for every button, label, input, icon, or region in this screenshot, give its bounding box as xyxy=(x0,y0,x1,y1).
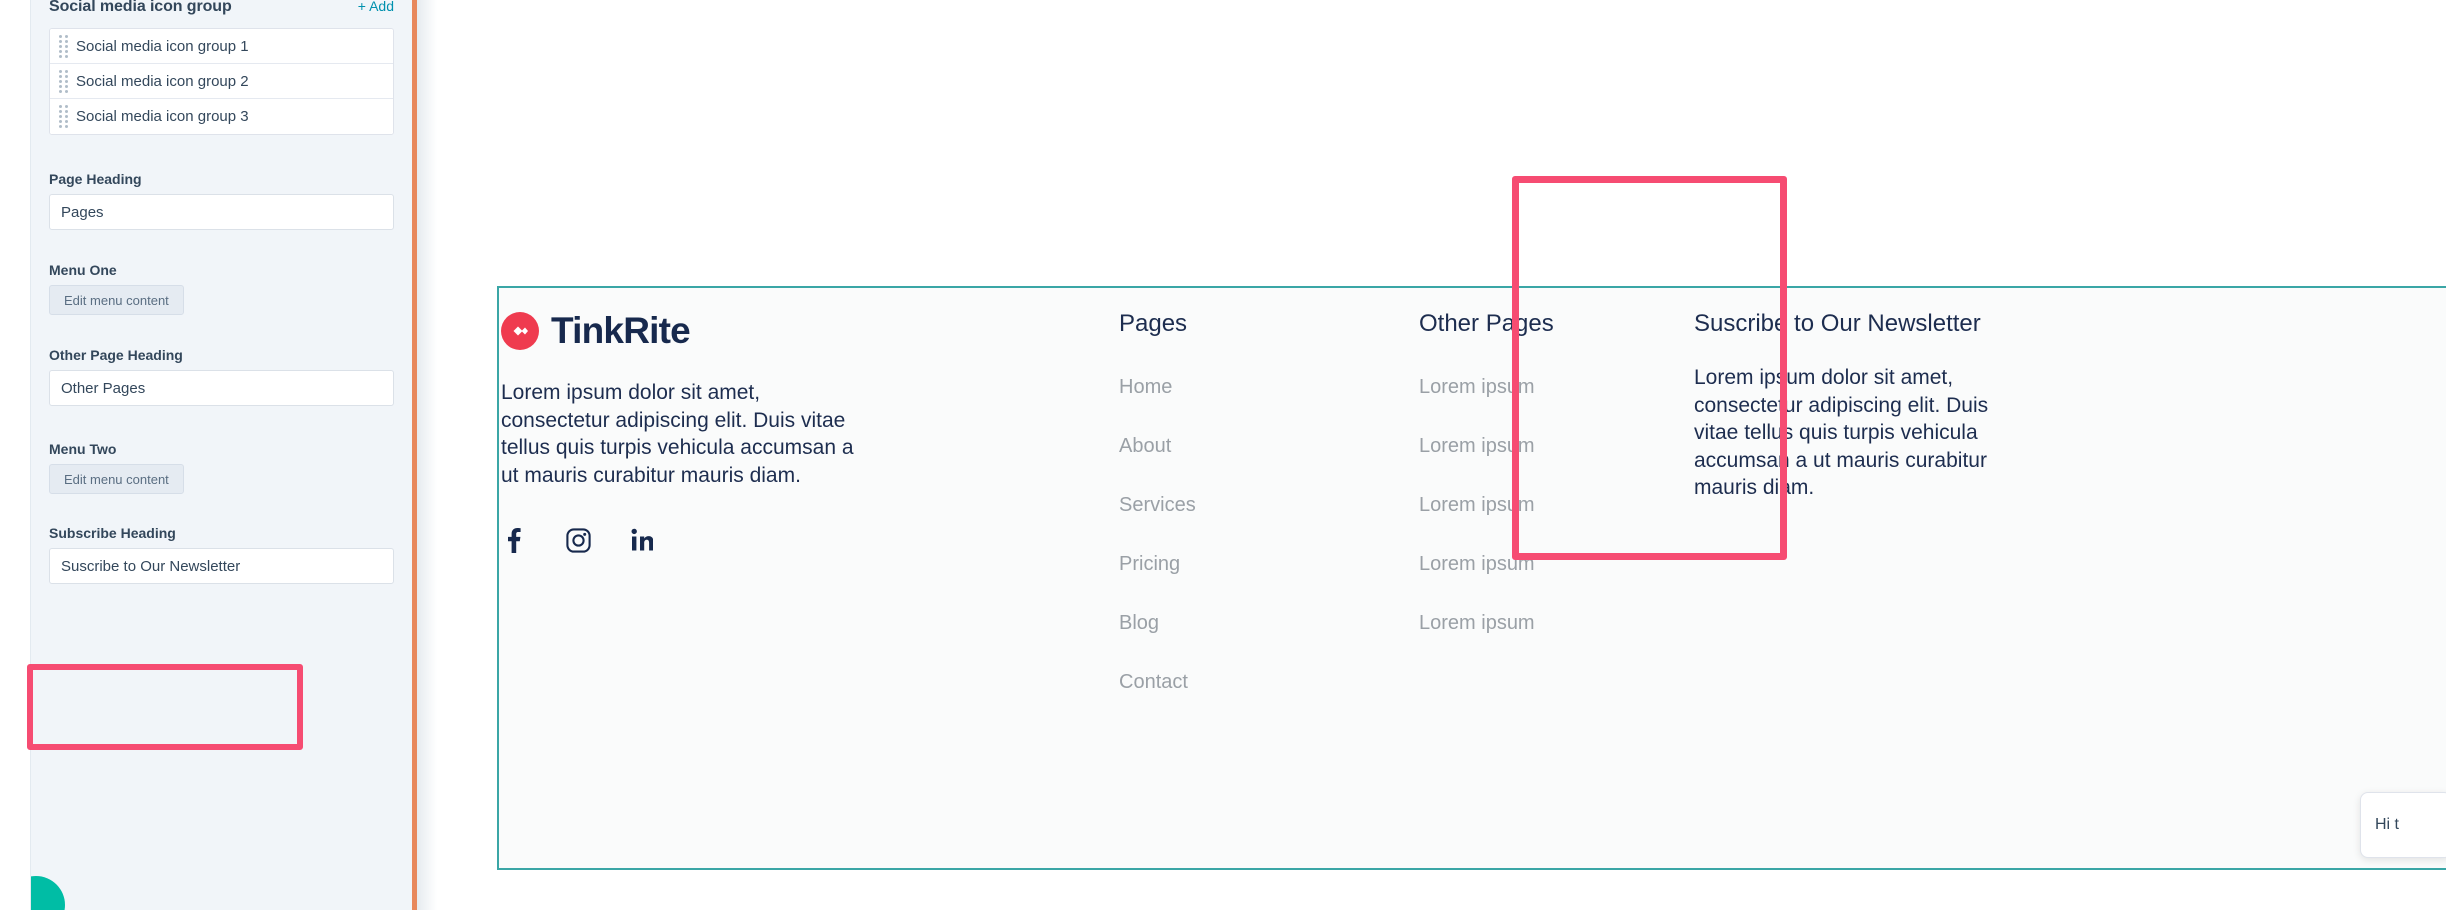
menu-one-field-group: Menu One Edit menu content xyxy=(31,262,412,315)
other-page-heading-input[interactable]: Other Pages xyxy=(49,370,394,406)
footer-link[interactable]: Lorem ipsum xyxy=(1419,376,1694,399)
site-preview-panel: TinkRite Lorem ipsum dolor sit amet, con… xyxy=(437,0,2446,910)
footer-link[interactable]: Lorem ipsum xyxy=(1419,612,1694,635)
footer-subscribe-column: Suscribe to Our Newsletter Lorem ipsum d… xyxy=(1694,288,2254,868)
footer-link[interactable]: Contact xyxy=(1119,671,1419,694)
social-media-icon-group-header: Social media icon group + Add xyxy=(31,0,412,20)
drag-handle-icon[interactable] xyxy=(50,34,76,58)
other-page-heading-label: Other Page Heading xyxy=(49,347,183,363)
social-media-icon-group-list: Social media icon group 1 Social media i… xyxy=(49,28,394,135)
list-item[interactable]: Social media icon group 2 xyxy=(50,64,393,99)
edit-menu-two-button[interactable]: Edit menu content xyxy=(49,464,184,494)
footer-link[interactable]: About xyxy=(1119,435,1419,458)
list-item[interactable]: Social media icon group 1 xyxy=(50,29,393,64)
footer-section: TinkRite Lorem ipsum dolor sit amet, con… xyxy=(497,286,2446,870)
drag-handle-icon[interactable] xyxy=(50,105,76,128)
footer-other-pages-column: Other Pages Lorem ipsum Lorem ipsum Lore… xyxy=(1419,288,1694,868)
footer-social-links xyxy=(501,527,1119,553)
chat-widget-bubble[interactable]: Hi t xyxy=(2360,792,2446,858)
subscribe-heading-field-group: Subscribe Heading Suscribe to Our Newsle… xyxy=(31,525,412,584)
sidebar-shadow xyxy=(417,0,437,910)
instagram-icon[interactable] xyxy=(565,527,591,553)
social-media-icon-group-title: Social media icon group xyxy=(49,0,232,15)
subscribe-column-title: Suscribe to Our Newsletter xyxy=(1694,310,1981,337)
list-item-label: Social media icon group 3 xyxy=(76,108,249,125)
footer-link[interactable]: Lorem ipsum xyxy=(1419,494,1694,517)
footer-brand-column: TinkRite Lorem ipsum dolor sit amet, con… xyxy=(499,288,1119,868)
facebook-icon[interactable] xyxy=(501,527,527,553)
footer-link[interactable]: Home xyxy=(1119,376,1419,399)
menu-one-label: Menu One xyxy=(49,262,117,278)
footer-link[interactable]: Blog xyxy=(1119,612,1419,635)
page-heading-field-group: Page Heading Pages xyxy=(31,171,412,230)
footer-pages-column: Pages Home About Services Pricing Blog C… xyxy=(1119,288,1419,868)
subscribe-heading-label: Subscribe Heading xyxy=(49,525,176,541)
page-heading-label: Page Heading xyxy=(49,171,142,187)
footer-link[interactable]: Services xyxy=(1119,494,1419,517)
app-screen: Social media icon group + Add Social med… xyxy=(0,0,2446,910)
linkedin-icon[interactable] xyxy=(629,527,655,553)
footer-link[interactable]: Lorem ipsum xyxy=(1419,553,1694,576)
tinkrite-diamond-icon xyxy=(501,312,539,350)
footer-brand-copy: Lorem ipsum dolor sit amet, consectetur … xyxy=(501,381,854,487)
other-pages-column-title: Other Pages xyxy=(1419,310,1554,337)
editor-sidebar: Social media icon group + Add Social med… xyxy=(30,0,412,910)
menu-two-label: Menu Two xyxy=(49,441,117,457)
edit-menu-one-button[interactable]: Edit menu content xyxy=(49,285,184,315)
list-item-label: Social media icon group 2 xyxy=(76,72,249,90)
list-item-label: Social media icon group 1 xyxy=(76,37,249,55)
brand-name-text: TinkRite xyxy=(551,310,691,351)
brand-logo[interactable]: TinkRite xyxy=(501,310,1119,352)
page-heading-input[interactable]: Pages xyxy=(49,194,394,230)
pages-column-title: Pages xyxy=(1119,310,1188,337)
subscribe-heading-input[interactable]: Suscribe to Our Newsletter xyxy=(49,548,394,584)
footer-link[interactable]: Lorem ipsum xyxy=(1419,435,1694,458)
other-page-heading-field-group: Other Page Heading Other Pages xyxy=(31,347,412,406)
footer-link[interactable]: Pricing xyxy=(1119,553,1419,576)
help-bubble-indicator[interactable] xyxy=(31,876,65,910)
subscribe-column-copy: Lorem ipsum dolor sit amet, consectetur … xyxy=(1694,366,1989,499)
chat-bubble-text: Hi t xyxy=(2375,816,2399,833)
menu-two-field-group: Menu Two Edit menu content xyxy=(31,441,412,494)
drag-handle-icon[interactable] xyxy=(50,69,76,93)
list-item[interactable]: Social media icon group 3 xyxy=(50,99,393,134)
add-social-group-link[interactable]: + Add xyxy=(358,0,394,14)
editor-sidebar-container: Social media icon group + Add Social med… xyxy=(0,0,417,910)
